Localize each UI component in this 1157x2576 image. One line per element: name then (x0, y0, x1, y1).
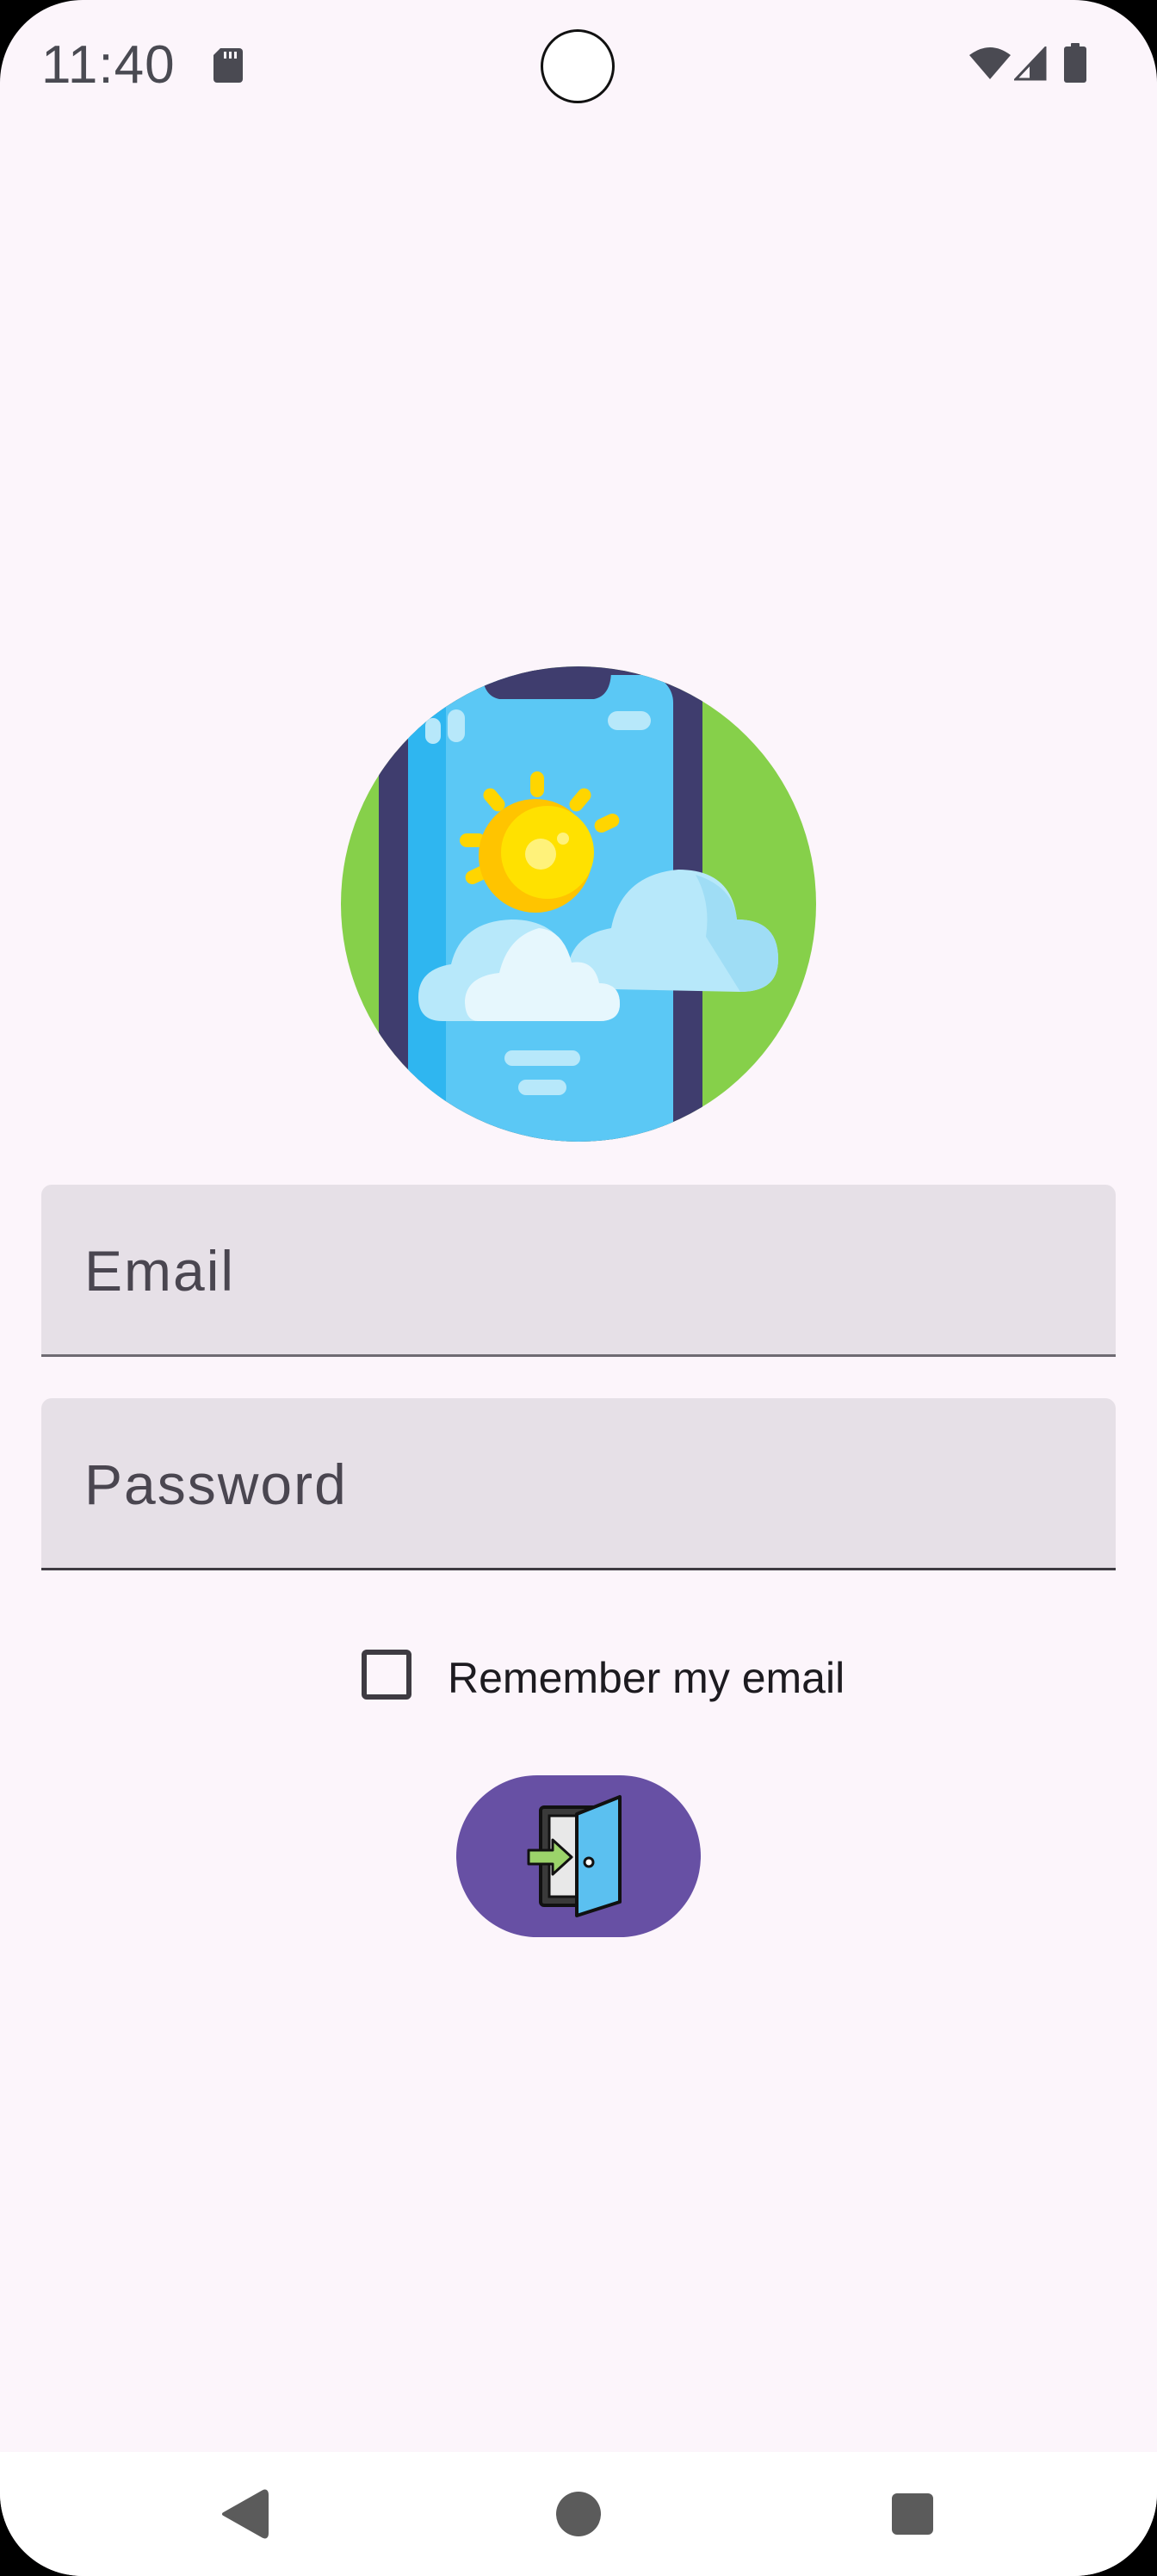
password-field[interactable]: Password (41, 1398, 1116, 1570)
navigation-bar (0, 2452, 1157, 2576)
sd-card-icon (213, 48, 243, 83)
weather-phone-logo (341, 666, 816, 1142)
password-input[interactable] (41, 1398, 1116, 1568)
battery-icon (1064, 43, 1086, 83)
login-door-icon (527, 1795, 622, 1917)
cellular-signal-icon (1014, 46, 1047, 81)
status-time: 11:40 (41, 35, 176, 95)
remember-email-row[interactable]: Remember my email (358, 1644, 845, 1705)
remember-email-label[interactable]: Remember my email (448, 1653, 845, 1703)
back-icon[interactable] (220, 2488, 269, 2540)
email-field[interactable]: Email (41, 1185, 1116, 1357)
wifi-icon (969, 47, 1011, 79)
home-icon[interactable] (556, 2492, 601, 2536)
status-bar: 11:40 (0, 0, 1157, 129)
recents-icon[interactable] (892, 2493, 933, 2535)
login-screen: 11:40 Email Password Remember my email (0, 0, 1157, 2576)
login-button[interactable] (456, 1775, 701, 1937)
remember-email-checkbox[interactable] (362, 1650, 411, 1700)
camera-cutout (541, 29, 615, 103)
email-input[interactable] (41, 1185, 1116, 1354)
